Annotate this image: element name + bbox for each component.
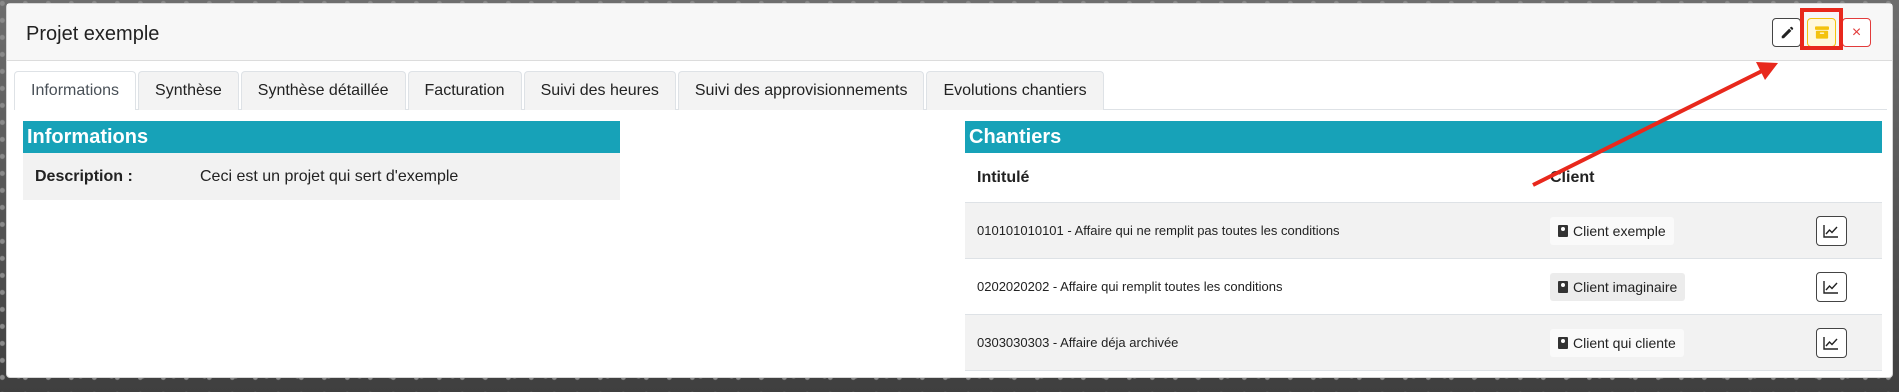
contact-card-icon xyxy=(1558,224,1568,237)
client-badge[interactable]: Client imaginaire xyxy=(1550,272,1686,301)
description-value: Ceci est un projet qui sert d'exemple xyxy=(200,167,459,185)
edit-button[interactable] xyxy=(1772,18,1801,47)
description-row: Description : Ceci est un projet qui ser… xyxy=(23,153,620,200)
tab-facturation[interactable]: Facturation xyxy=(407,71,522,110)
chantier-intitule: 0303030303 - Affaire déja archivée xyxy=(977,335,1179,350)
archive-box-icon xyxy=(1814,26,1829,39)
archive-button[interactable] xyxy=(1807,18,1836,47)
table-row: 0303030303 - Affaire déja archivée Clien… xyxy=(965,315,1882,371)
tab-synthese-detaillee[interactable]: Synthèse détaillée xyxy=(240,71,406,110)
client-badge[interactable]: Client qui cliente xyxy=(1550,328,1684,357)
client-name: Client imaginaire xyxy=(1573,278,1678,295)
table-row: 010101010101 - Affaire qui ne remplit pa… xyxy=(965,203,1882,259)
table-header: Intitulé Client xyxy=(965,153,1882,203)
informations-heading: Informations xyxy=(23,121,620,153)
line-chart-icon xyxy=(1823,280,1838,294)
column-header-intitule: Intitulé xyxy=(977,168,1030,186)
page-title: Projet exemple xyxy=(26,23,160,45)
chantiers-panel: Chantiers Intitulé Client 010101010101 -… xyxy=(965,121,1882,371)
chart-button[interactable] xyxy=(1815,327,1847,358)
tab-suivi-approvisionnements[interactable]: Suivi des approvisionnements xyxy=(677,71,925,110)
informations-panel: Informations Description : Ceci est un p… xyxy=(23,121,620,200)
contact-card-icon xyxy=(1558,336,1568,349)
card-header: Projet exemple × xyxy=(7,4,1892,61)
client-name: Client exemple xyxy=(1573,222,1666,239)
tab-synthese[interactable]: Synthèse xyxy=(138,71,239,110)
line-chart-icon xyxy=(1823,224,1838,238)
description-label: Description : xyxy=(35,167,133,185)
chart-button[interactable] xyxy=(1815,271,1847,302)
tab-informations[interactable]: Informations xyxy=(14,71,137,110)
column-header-client: Client xyxy=(1550,168,1595,186)
table-row: 0202020202 - Affaire qui remplit toutes … xyxy=(965,259,1882,315)
tab-suivi-heures[interactable]: Suivi des heures xyxy=(523,71,676,110)
tab-evolutions-chantiers[interactable]: Evolutions chantiers xyxy=(926,71,1104,110)
client-badge[interactable]: Client exemple xyxy=(1550,216,1674,245)
chantier-intitule: 0202020202 - Affaire qui remplit toutes … xyxy=(977,279,1283,294)
contact-card-icon xyxy=(1558,280,1568,293)
chantier-intitule: 010101010101 - Affaire qui ne remplit pa… xyxy=(977,223,1340,238)
line-chart-icon xyxy=(1823,336,1838,350)
tab-bar: Informations Synthèse Synthèse détaillée… xyxy=(14,71,1887,110)
client-name: Client qui cliente xyxy=(1573,334,1676,351)
close-button[interactable]: × xyxy=(1842,18,1871,47)
project-card: Projet exemple × Informations Synthèse S… xyxy=(6,3,1893,378)
pencil-icon xyxy=(1781,26,1793,38)
chart-button[interactable] xyxy=(1815,215,1847,246)
chantiers-heading: Chantiers xyxy=(965,121,1882,153)
